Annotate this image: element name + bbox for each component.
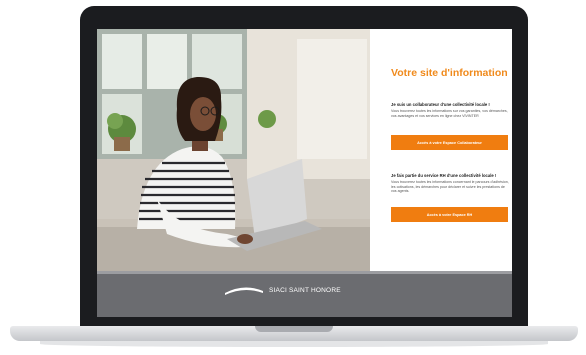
- laptop-shadow: [40, 341, 548, 347]
- collaborator-space-button[interactable]: Accès à votre Espace Collaborateur: [391, 135, 508, 150]
- brand-name: SIACI SAINT HONORE: [269, 286, 341, 294]
- hr-heading: Je fais partie du service RH d'une colle…: [391, 173, 497, 178]
- hero-photo-illustration: [97, 29, 370, 271]
- hero-photo: [97, 29, 370, 271]
- content-panel: Votre site d'information Je suis un coll…: [370, 29, 512, 271]
- brand-logo[interactable]: SIACI SAINT HONORE: [224, 285, 341, 295]
- agent-heading: Je suis un collaborateur d'une collectiv…: [391, 102, 490, 107]
- footer-divider: [97, 271, 512, 274]
- laptop-hinge-notch: [255, 326, 333, 332]
- brand-logo-mark-icon: [225, 287, 263, 295]
- hr-description: Vous trouverez toutes les informations c…: [391, 180, 509, 194]
- agent-description: Vous trouverez toutes les informations s…: [391, 109, 508, 118]
- hr-space-button[interactable]: Accès à votre Espace RH: [391, 207, 508, 222]
- page-title: Votre site d'information: [391, 67, 508, 79]
- laptop-screen: Votre site d'information Je suis un coll…: [97, 29, 512, 317]
